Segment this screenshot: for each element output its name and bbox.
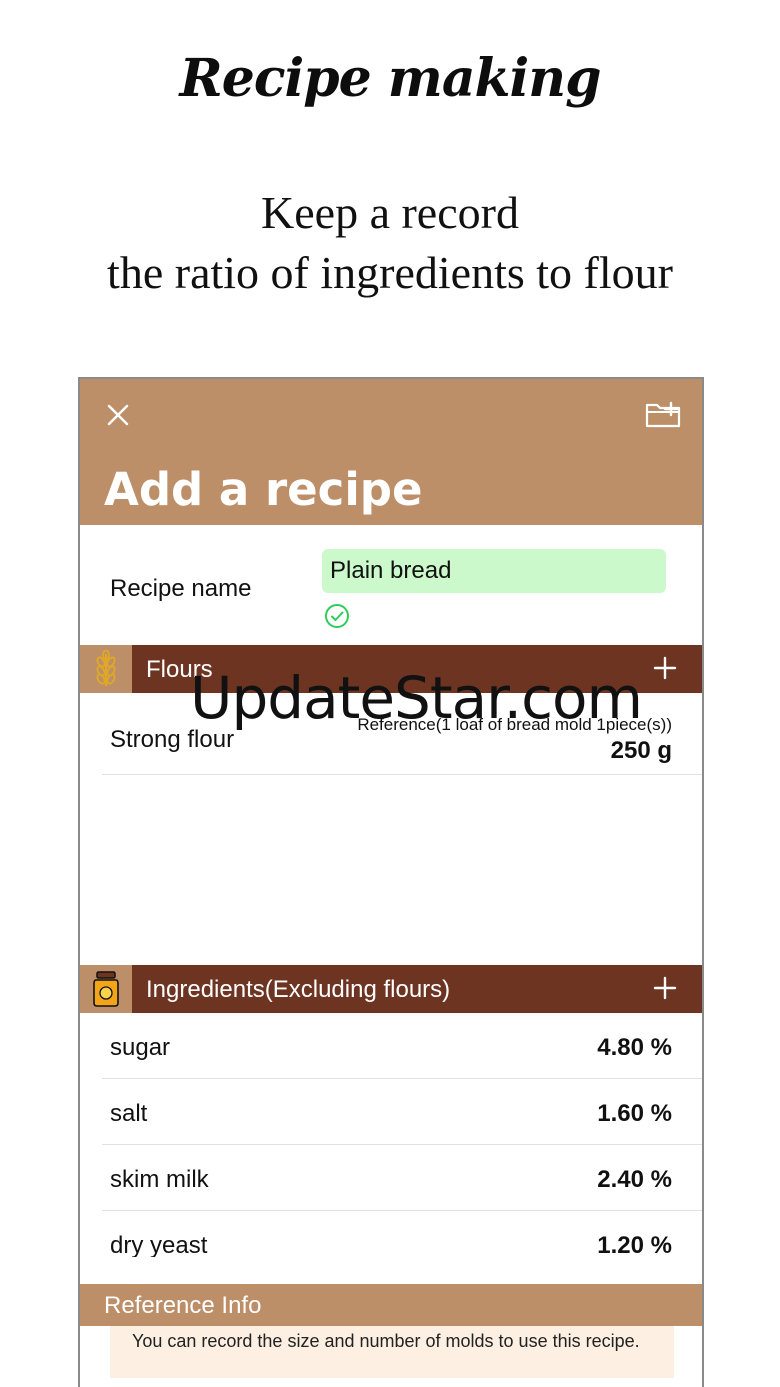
ingredient-ratio: 4.80 % — [597, 1034, 672, 1061]
flour-name: Strong flour — [110, 726, 235, 753]
recipe-name-label: Recipe name — [110, 575, 252, 602]
ingredient-list-item[interactable]: salt 1.60 % — [102, 1079, 702, 1145]
ingredient-name: dry yeast — [110, 1232, 208, 1257]
promo-subtitle-line1: Keep a record — [261, 187, 519, 238]
jar-icon — [93, 971, 119, 1007]
ingredients-icon-box — [80, 965, 132, 1013]
reference-info-header: Reference Info — [80, 1284, 702, 1326]
recipe-name-input[interactable]: Plain bread — [322, 549, 666, 593]
promo-title: Recipe making — [179, 48, 602, 109]
folder-add-icon — [645, 401, 681, 428]
ingredient-list-item[interactable]: sugar 4.80 % — [102, 1013, 702, 1079]
phone-screen: Add a recipe Recipe name Plain bread Flo… — [78, 377, 704, 1387]
flours-section-title: Flours — [146, 656, 213, 683]
flours-icon-box — [80, 645, 132, 693]
plus-icon — [653, 976, 677, 1000]
close-button[interactable] — [102, 399, 134, 431]
reference-info-title: Reference Info — [104, 1292, 262, 1319]
promo-subtitle-line2: the ratio of ingredients to flour — [107, 247, 673, 298]
add-ingredient-button[interactable] — [650, 973, 680, 1003]
plus-icon — [653, 656, 677, 680]
flour-reference: Reference(1 loaf of bread mold 1piece(s)… — [357, 715, 672, 734]
flour-amount: 250 g — [610, 737, 672, 764]
ingredient-list: sugar 4.80 % salt 1.60 % skim milk 2.40 … — [102, 1013, 702, 1257]
recipe-name-row: Recipe name Plain bread — [80, 525, 702, 645]
reference-info-text: You can record the size and number of mo… — [110, 1326, 674, 1378]
ingredient-ratio: 1.20 % — [597, 1232, 672, 1257]
ingredient-name: salt — [110, 1100, 148, 1127]
flour-list-item[interactable]: Strong flour Reference(1 loaf of bread m… — [102, 693, 702, 775]
wheat-icon — [96, 650, 116, 686]
ingredient-name: sugar — [110, 1034, 171, 1061]
ingredient-list-item[interactable]: skim milk 2.40 % — [102, 1145, 702, 1211]
check-circle-icon — [325, 604, 349, 628]
add-folder-button[interactable] — [644, 397, 682, 431]
close-icon — [107, 404, 129, 426]
ingredient-name: skim milk — [110, 1166, 209, 1193]
app-header: Add a recipe — [80, 379, 702, 525]
flours-section-header: Flours — [80, 645, 702, 693]
ingredients-section-header: Ingredients(Excluding flours) — [80, 965, 702, 1013]
ingredient-list-item[interactable]: dry yeast 1.20 % — [102, 1211, 702, 1257]
ingredient-ratio: 1.60 % — [597, 1100, 672, 1127]
page-title: Add a recipe — [104, 463, 423, 516]
ingredient-ratio: 2.40 % — [597, 1166, 672, 1193]
add-flour-button[interactable] — [650, 653, 680, 683]
ingredients-section-title: Ingredients(Excluding flours) — [146, 976, 451, 1003]
